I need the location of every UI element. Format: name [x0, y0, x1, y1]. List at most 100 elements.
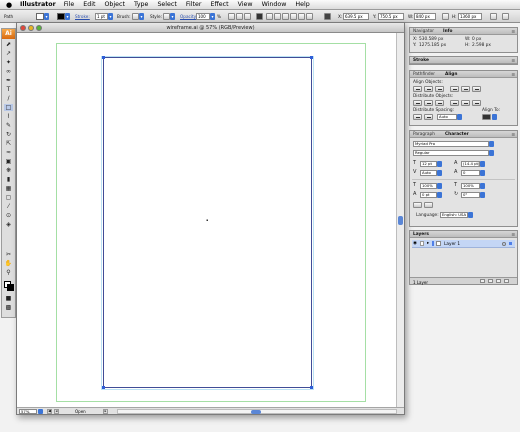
- y-field[interactable]: 750.5 px: [378, 12, 404, 20]
- w-field[interactable]: 840 px: [414, 12, 436, 20]
- distribute-bottom-icon[interactable]: [282, 12, 289, 20]
- layer-row[interactable]: ◉ ▸ Layer 1: [412, 240, 515, 248]
- blend-tool-icon[interactable]: ⊙: [4, 212, 13, 219]
- first-artboard-button[interactable]: ◀: [47, 408, 52, 414]
- column-graph-tool-icon[interactable]: ▮: [4, 176, 13, 183]
- tab-stroke[interactable]: Stroke: [413, 58, 429, 63]
- line-tool-icon[interactable]: ∕: [4, 95, 13, 102]
- direct-selection-tool-icon[interactable]: ↗: [4, 50, 13, 57]
- distribute-hspace-icon[interactable]: [424, 114, 433, 120]
- zoom-dropdown[interactable]: [38, 408, 43, 414]
- layer-name[interactable]: Layer 1: [444, 242, 460, 247]
- stroke-color-dropdown[interactable]: ▾: [65, 12, 70, 20]
- menu-app-name[interactable]: Illustrator: [20, 1, 56, 8]
- vertical-scrollbar[interactable]: [396, 33, 404, 407]
- distribute-vcenter-icon[interactable]: [424, 100, 433, 106]
- distribute-icon[interactable]: [266, 12, 273, 20]
- type-tool-icon[interactable]: T: [4, 86, 13, 93]
- pen-tool-icon[interactable]: ✒: [4, 77, 13, 84]
- spacing-dropdown[interactable]: [457, 114, 462, 120]
- panel-menu-icon[interactable]: ☰: [511, 72, 515, 77]
- distribute-right-icon[interactable]: [306, 12, 313, 20]
- rotate-tool-icon[interactable]: ↻: [4, 131, 13, 138]
- make-clipping-mask-icon[interactable]: [480, 279, 485, 283]
- horizontal-scale-field[interactable]: 100%: [461, 183, 480, 189]
- menu-filter[interactable]: Filter: [186, 1, 202, 8]
- transform-panel-icon[interactable]: [490, 12, 497, 20]
- gradient-tool-icon[interactable]: ▢: [4, 194, 13, 201]
- distribute-middle-icon[interactable]: [274, 12, 281, 20]
- leading-dropdown[interactable]: [480, 161, 485, 167]
- spacing-value-field[interactable]: Auto: [437, 114, 457, 120]
- language-field[interactable]: English: USA: [440, 212, 468, 218]
- stroke-swatch[interactable]: [57, 12, 65, 20]
- transform-reference-icon[interactable]: [324, 12, 331, 20]
- menu-effect[interactable]: Effect: [210, 1, 228, 8]
- vertical-scale-dropdown[interactable]: [437, 183, 442, 189]
- control-bar-menu-icon[interactable]: [502, 12, 509, 20]
- selection-tool-icon[interactable]: ⬈: [4, 41, 13, 48]
- apple-menu-icon[interactable]: ●: [0, 1, 18, 9]
- vertical-align-bottom-icon[interactable]: [472, 86, 481, 92]
- distribute-left-icon[interactable]: [450, 100, 459, 106]
- pencil-tool-icon[interactable]: ✎: [4, 122, 13, 129]
- tab-pathfinder[interactable]: Pathfinder: [413, 72, 435, 77]
- kerning-dropdown[interactable]: [437, 170, 442, 176]
- scale-tool-icon[interactable]: ⇱: [4, 140, 13, 147]
- hand-tool-icon[interactable]: ✋: [4, 260, 13, 267]
- vertical-scroll-thumb[interactable]: [398, 216, 403, 225]
- brush-picker[interactable]: [132, 12, 139, 20]
- previous-artboard-button[interactable]: ◂: [54, 408, 59, 414]
- zoom-level-field[interactable]: 57%: [19, 408, 37, 414]
- panel-menu-icon[interactable]: ☰: [511, 232, 515, 237]
- lock-toggle-icon[interactable]: [420, 241, 424, 246]
- character-rotation-field[interactable]: 0°: [461, 192, 480, 198]
- font-size-field[interactable]: 12 pt: [420, 161, 437, 167]
- horizontal-align-center-icon[interactable]: [424, 86, 433, 92]
- font-family-field[interactable]: Myriad Pro: [413, 141, 489, 147]
- font-style-field[interactable]: Regular: [413, 150, 489, 156]
- kerning-field[interactable]: Auto: [420, 170, 437, 176]
- brush-dropdown[interactable]: ▾: [139, 12, 144, 20]
- artboard-canvas[interactable]: [17, 33, 396, 407]
- horizontal-align-left-icon[interactable]: [413, 86, 422, 92]
- visibility-eye-icon[interactable]: ◉: [413, 241, 418, 246]
- align-center-icon[interactable]: [236, 12, 243, 20]
- tab-paragraph[interactable]: Paragraph: [413, 132, 435, 137]
- vertical-align-center-icon[interactable]: [461, 86, 470, 92]
- align-to-selection-icon[interactable]: [482, 114, 491, 120]
- selection-indicator[interactable]: [509, 242, 512, 245]
- vertical-align-top-icon[interactable]: [450, 86, 459, 92]
- symbol-sprayer-tool-icon[interactable]: ❋: [4, 167, 13, 174]
- status-menu-button[interactable]: ▸: [103, 408, 108, 414]
- distribute-h-icon[interactable]: [290, 12, 297, 20]
- fill-swatch[interactable]: [36, 12, 44, 20]
- lasso-tool-icon[interactable]: ∞: [4, 68, 13, 75]
- leading-field[interactable]: (14.4 pt): [461, 161, 480, 167]
- tab-character[interactable]: Character: [445, 132, 469, 137]
- underline-icon[interactable]: [413, 202, 422, 208]
- font-family-dropdown[interactable]: [489, 141, 494, 147]
- distribute-hcenter-icon[interactable]: [461, 100, 470, 106]
- delete-layer-icon[interactable]: [504, 279, 509, 283]
- tracking-field[interactable]: 0: [461, 170, 480, 176]
- layer-target-icon[interactable]: [502, 241, 506, 246]
- stroke-weight-dropdown[interactable]: ▾: [108, 12, 113, 20]
- eyedropper-tool-icon[interactable]: ⁄: [4, 203, 13, 210]
- distribute-vspace-icon[interactable]: [413, 114, 422, 120]
- tab-align[interactable]: Align: [445, 72, 457, 77]
- horizontal-scrollbar[interactable]: [117, 408, 397, 414]
- menu-object[interactable]: Object: [104, 1, 125, 8]
- menu-edit[interactable]: Edit: [83, 1, 95, 8]
- panel-menu-icon[interactable]: ☰: [511, 29, 515, 34]
- panel-menu-icon[interactable]: ☰: [511, 58, 515, 63]
- opacity-dropdown[interactable]: ▾: [210, 12, 215, 20]
- font-size-dropdown[interactable]: [437, 161, 442, 167]
- mesh-tool-icon[interactable]: ▦: [4, 185, 13, 192]
- expand-layer-icon[interactable]: ▸: [427, 241, 429, 246]
- horizontal-scroll-thumb[interactable]: [251, 409, 261, 414]
- stroke-label[interactable]: Stroke:: [75, 14, 90, 19]
- align-left-icon[interactable]: [228, 12, 235, 20]
- stroke-weight-field[interactable]: 1 pt: [95, 12, 108, 20]
- distribute-v-icon[interactable]: [298, 12, 305, 20]
